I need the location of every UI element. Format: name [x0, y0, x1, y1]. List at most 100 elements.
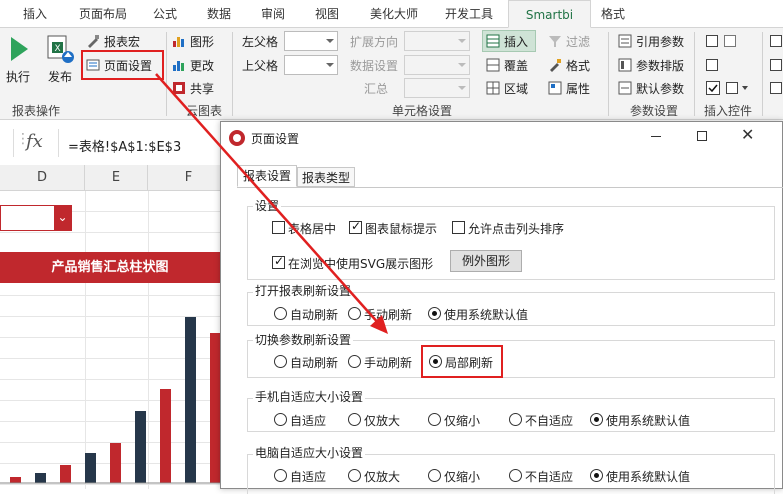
extra-control-icon[interactable]	[770, 35, 782, 47]
fx-icon[interactable]: fx	[26, 131, 43, 152]
top-parent-label: 上父格	[242, 59, 279, 73]
area-button[interactable]: 区域	[504, 80, 528, 97]
ref-param-button[interactable]: 引用参数	[636, 33, 684, 50]
tab-developer[interactable]: 开发工具	[436, 0, 502, 28]
mobile-adapt-radio[interactable]	[274, 413, 287, 426]
tab-insert[interactable]: 插入	[10, 0, 60, 28]
tab-report-settings[interactable]: 报表设置	[237, 165, 297, 187]
tab-report-type[interactable]: 报表类型	[297, 167, 355, 187]
publish-button[interactable]: 发布	[48, 68, 72, 85]
chart-bar	[60, 465, 71, 483]
minimize-icon[interactable]	[651, 136, 661, 137]
param-layout-button[interactable]: 参数排版	[636, 57, 684, 74]
filter-button[interactable]: 过滤	[566, 33, 590, 50]
chevron-down-icon[interactable]	[742, 86, 748, 90]
update-button[interactable]: 更改	[190, 57, 214, 74]
extra-control-icon[interactable]	[770, 59, 782, 71]
checkbox-control-icon[interactable]	[706, 81, 720, 95]
button-control-icon[interactable]	[724, 35, 736, 47]
run-button[interactable]: 执行	[6, 68, 30, 85]
mobile-shrink-label: 仅缩小	[444, 414, 481, 428]
left-parent-combo[interactable]	[284, 31, 338, 51]
top-parent-combo[interactable]	[284, 55, 338, 75]
tab-review[interactable]: 审阅	[250, 0, 296, 28]
column-header-f[interactable]: F	[148, 165, 230, 191]
bar-chart	[0, 317, 220, 484]
mobile-no-adapt-radio[interactable]	[509, 413, 522, 426]
column-header-e[interactable]: E	[85, 165, 148, 191]
svg-text:X: X	[55, 44, 61, 54]
chart-bar	[135, 411, 146, 483]
chart-button[interactable]: 图形	[190, 33, 214, 50]
pc-shrink-radio[interactable]	[428, 469, 441, 482]
allow-col-sort-label: 允许点击列头排序	[468, 222, 565, 236]
tab-panel-border	[237, 187, 783, 188]
filter-icon	[549, 36, 561, 47]
svg-display-checkbox[interactable]	[272, 254, 285, 269]
macro-button[interactable]: 报表宏	[104, 33, 140, 50]
extra-control-icon[interactable]	[770, 82, 782, 94]
maximize-icon[interactable]	[697, 131, 707, 141]
pc-adapt-radio[interactable]	[274, 469, 287, 482]
list-control-icon[interactable]	[726, 82, 738, 94]
tab-beautify[interactable]: 美化大师	[358, 0, 430, 28]
property-button[interactable]: 属性	[566, 80, 590, 97]
open-system-default-radio[interactable]	[428, 307, 441, 320]
allow-col-sort-checkbox[interactable]	[452, 221, 465, 234]
chevron-down-icon	[458, 39, 466, 43]
format-button[interactable]: 格式	[566, 57, 590, 74]
summary-combo[interactable]	[404, 78, 470, 98]
insert-icon	[486, 34, 500, 48]
close-icon[interactable]: ✕	[741, 125, 754, 144]
textbox-control-icon[interactable]	[706, 35, 718, 47]
table-center-checkbox[interactable]	[272, 221, 285, 234]
tab-smartbi[interactable]: Smartbi	[508, 0, 591, 28]
chevron-down-icon	[458, 63, 466, 67]
expand-dir-combo[interactable]	[404, 31, 470, 51]
mobile-system-default-radio[interactable]	[590, 413, 603, 426]
open-manual-refresh-radio[interactable]	[348, 307, 361, 320]
switch-manual-refresh-radio[interactable]	[348, 355, 361, 368]
mobile-system-default-label: 使用系统默认值	[606, 414, 691, 428]
page-setup-highlight	[81, 50, 164, 80]
param-dropdown[interactable]: ⌄	[0, 205, 72, 231]
formula-divider	[58, 129, 59, 157]
pc-system-default-radio[interactable]	[590, 469, 603, 482]
data-settings-combo[interactable]	[404, 55, 470, 75]
column-header-d[interactable]: D	[0, 165, 85, 191]
ribbon-tab-bar: 插入 页面布局 公式 数据 审阅 视图 美化大师 开发工具 Smartbi 格式	[0, 0, 783, 28]
param-layout-icon	[618, 58, 632, 72]
chevron-down-icon[interactable]: ⌄	[54, 206, 71, 230]
mobile-shrink-radio[interactable]	[428, 413, 441, 426]
smartbi-logo-inner	[233, 134, 241, 142]
ribbon: 执行 X 发布 报表宏 页面设置 报表操作 图形 更改 共享 云图表 左父格 上…	[0, 28, 783, 120]
mobile-enlarge-radio[interactable]	[348, 413, 361, 426]
tab-page-layout[interactable]: 页面布局	[68, 0, 138, 28]
mobile-adapt-label: 自适应	[290, 414, 327, 428]
pc-no-adapt-radio[interactable]	[509, 469, 522, 482]
svg-display-label: 在浏览中使用SVG展示图形	[288, 257, 434, 271]
pc-shrink-label: 仅缩小	[444, 470, 481, 484]
pc-adapt-title: 电脑自适应大小设置	[253, 444, 366, 461]
tab-data[interactable]: 数据	[196, 0, 242, 28]
cover-button[interactable]: 覆盖	[504, 57, 528, 74]
exception-chart-button[interactable]: 例外图形	[450, 250, 522, 272]
tab-formula[interactable]: 公式	[142, 0, 188, 28]
combobox-control-icon[interactable]	[706, 59, 718, 71]
chart-icon	[173, 37, 184, 47]
formula-input[interactable]: =表格!$A$1:$E$3	[68, 136, 181, 155]
switch-auto-refresh-radio[interactable]	[274, 355, 287, 368]
switch-partial-refresh-radio[interactable]	[429, 355, 442, 368]
pc-enlarge-label: 仅放大	[364, 470, 401, 484]
chart-mouse-tip-checkbox[interactable]	[349, 219, 362, 234]
table-center-label: 表格居中	[288, 222, 337, 236]
switch-refresh-title: 切换参数刷新设置	[253, 331, 354, 348]
tab-format[interactable]: 格式	[592, 0, 634, 28]
pc-enlarge-radio[interactable]	[348, 469, 361, 482]
default-param-button[interactable]: 默认参数	[636, 80, 684, 97]
tab-view[interactable]: 视图	[304, 0, 350, 28]
open-auto-refresh-radio[interactable]	[274, 307, 287, 320]
data-settings-label: 数据设置	[350, 59, 399, 73]
pc-no-adapt-label: 不自适应	[525, 470, 574, 484]
share-button[interactable]: 共享	[190, 80, 214, 97]
